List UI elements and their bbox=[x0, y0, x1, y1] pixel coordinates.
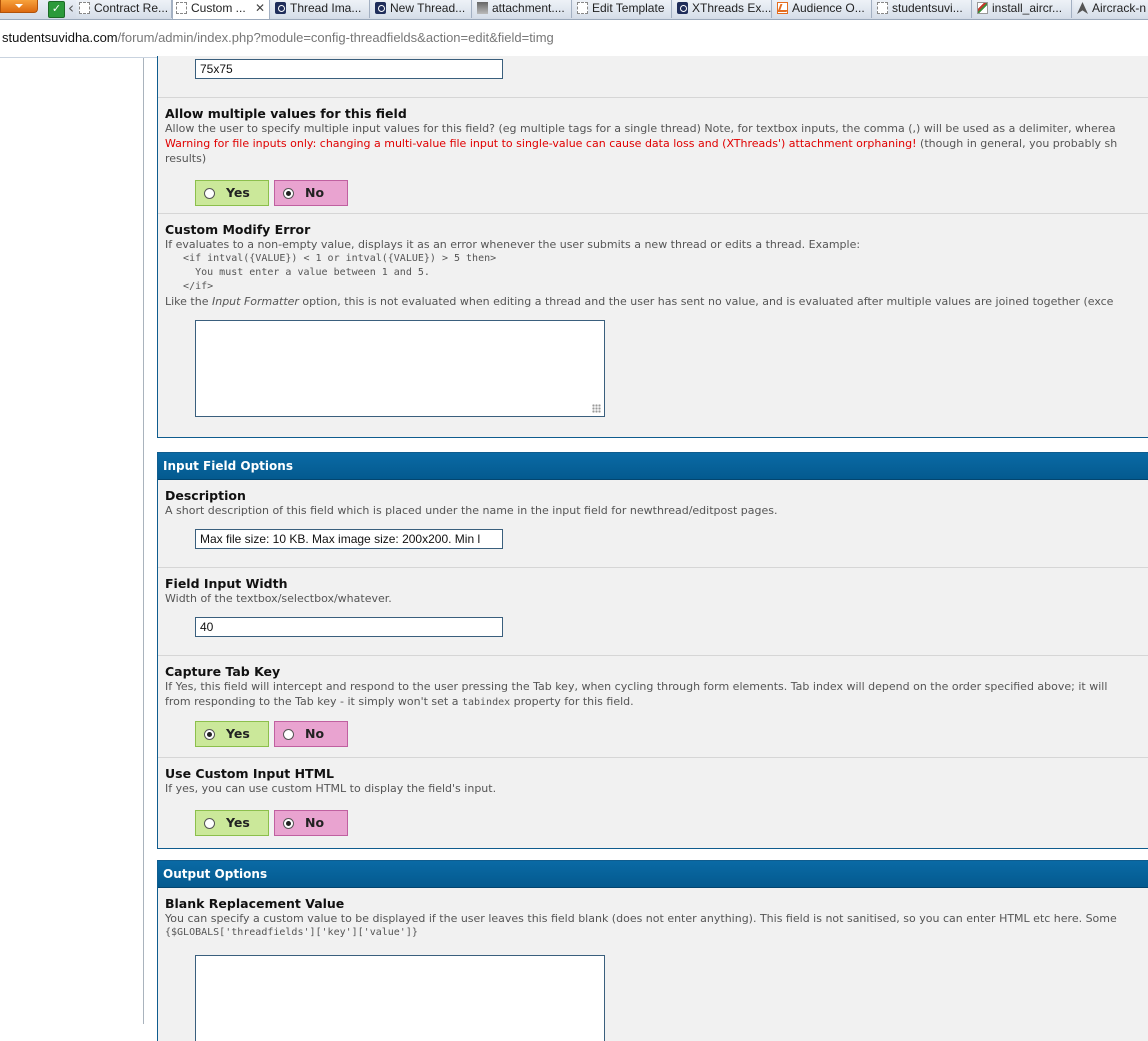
admin-page: 75x75 Allow multiple values for this fie… bbox=[0, 56, 1148, 1041]
modify-error-row: Custom Modify Error If evaluates to a no… bbox=[158, 214, 1148, 437]
browser-tab[interactable]: studentsuvi... bbox=[874, 0, 972, 18]
thumbnail-size-row: 75x75 bbox=[158, 56, 1148, 98]
description-input[interactable]: Max file size: 10 KB. Max image size: 20… bbox=[195, 529, 503, 549]
yes-radio[interactable] bbox=[204, 188, 215, 199]
yes-option[interactable]: Yes bbox=[195, 721, 269, 747]
input-width-input[interactable]: 40 bbox=[195, 617, 503, 637]
no-option[interactable]: No bbox=[274, 721, 348, 747]
field-label: Allow multiple values for this field bbox=[165, 106, 407, 121]
resize-grip-icon[interactable] bbox=[592, 404, 601, 413]
description-row: Description A short description of this … bbox=[158, 480, 1148, 568]
field-label: Blank Replacement Value bbox=[165, 896, 345, 911]
field-description: Width of the textbox/selectbox/whatever. bbox=[165, 592, 392, 605]
field-description: If evaluates to a non-empty value, displ… bbox=[165, 238, 861, 251]
yes-option[interactable]: Yes bbox=[195, 180, 269, 206]
group-title: Output Options bbox=[158, 861, 1148, 888]
code-example-line: </if> bbox=[165, 281, 214, 292]
url-text[interactable]: studentsuvidha.com/forum/admin/index.php… bbox=[2, 30, 554, 45]
document-icon bbox=[877, 2, 888, 14]
blank-replacement-textarea[interactable] bbox=[195, 955, 605, 1041]
address-bar[interactable]: studentsuvidha.com/forum/admin/index.php… bbox=[0, 20, 1148, 58]
document-icon bbox=[577, 2, 588, 14]
field-label: Description bbox=[165, 488, 246, 503]
blank-replacement-row: Blank Replacement Value You can specify … bbox=[158, 888, 1148, 1041]
forum-icon bbox=[677, 2, 688, 14]
modify-error-textarea[interactable] bbox=[195, 320, 605, 417]
tab-scroll-left-icon[interactable]: ‹ bbox=[68, 0, 74, 17]
field-warning: Warning for file inputs only: changing a… bbox=[165, 137, 1118, 150]
edit-icon bbox=[977, 2, 988, 14]
thumbnail-size-input[interactable]: 75x75 bbox=[195, 59, 503, 79]
field-description-cont: from responding to the Tab key - it simp… bbox=[165, 695, 634, 708]
left-sidebar-border bbox=[143, 58, 144, 1024]
field-label: Field Input Width bbox=[165, 576, 288, 591]
no-option[interactable]: No bbox=[274, 810, 348, 836]
yes-radio[interactable] bbox=[204, 729, 215, 740]
browser-tab[interactable]: Edit Template bbox=[574, 0, 672, 18]
forum-icon bbox=[275, 2, 286, 14]
browser-tab[interactable]: attachment.... bbox=[474, 0, 572, 18]
browser-tab[interactable]: New Thread... bbox=[372, 0, 472, 18]
field-description: A short description of this field which … bbox=[165, 504, 778, 517]
no-radio[interactable] bbox=[283, 188, 294, 199]
browser-tab[interactable]: Thread Ima... bbox=[272, 0, 370, 18]
field-description: Allow the user to specify multiple input… bbox=[165, 122, 1116, 135]
field-description: If yes, you can use custom HTML to displ… bbox=[165, 782, 497, 795]
image-icon bbox=[477, 2, 488, 14]
field-description-cont: results) bbox=[165, 152, 207, 165]
no-option[interactable]: No bbox=[274, 180, 348, 206]
yes-radio[interactable] bbox=[204, 818, 215, 829]
code-example-line: You must enter a value between 1 and 5. bbox=[165, 267, 430, 278]
browser-tab[interactable]: XThreads Ex... bbox=[674, 0, 772, 18]
output-options-group: Output Options Blank Replacement Value Y… bbox=[157, 860, 1148, 1041]
field-description: If Yes, this field will intercept and re… bbox=[165, 680, 1108, 693]
yes-option[interactable]: Yes bbox=[195, 810, 269, 836]
field-description-cont: Like the Input Formatter option, this is… bbox=[165, 295, 1114, 308]
custom-html-row: Use Custom Input HTML If yes, you can us… bbox=[158, 758, 1148, 848]
document-icon bbox=[176, 2, 187, 14]
general-options-group: 75x75 Allow multiple values for this fie… bbox=[157, 56, 1148, 438]
input-width-row: Field Input Width Width of the textbox/s… bbox=[158, 568, 1148, 656]
browser-tab[interactable]: Audience O... bbox=[774, 0, 872, 18]
field-description: You can specify a custom value to be dis… bbox=[165, 912, 1117, 925]
code-example-line: <if intval({VALUE}) < 1 or intval({VALUE… bbox=[165, 253, 497, 264]
multi-value-row: Allow multiple values for this field All… bbox=[158, 98, 1148, 214]
input-field-options-group: Input Field Options Description A short … bbox=[157, 452, 1148, 849]
field-label: Custom Modify Error bbox=[165, 222, 311, 237]
document-icon bbox=[79, 2, 90, 14]
capture-tab-row: Capture Tab Key If Yes, this field will … bbox=[158, 656, 1148, 758]
field-label: Use Custom Input HTML bbox=[165, 766, 334, 781]
close-tab-icon[interactable]: ✕ bbox=[255, 0, 265, 16]
jet-icon bbox=[1077, 2, 1088, 14]
browser-tab-strip: ✓ ‹ Contract Re... Custom ... ✕ Thread I… bbox=[0, 0, 1148, 20]
group-title: Input Field Options bbox=[158, 453, 1148, 480]
no-radio[interactable] bbox=[283, 729, 294, 740]
browser-tab[interactable]: Contract Re... bbox=[76, 0, 172, 18]
browser-tab[interactable]: Aircrack-n bbox=[1074, 0, 1148, 18]
forum-icon bbox=[375, 2, 386, 14]
new-tab-icon[interactable]: ✓ bbox=[48, 1, 65, 18]
analytics-icon bbox=[777, 2, 788, 14]
code-example-line: {$GLOBALS['threadfields']['key']['value'… bbox=[165, 927, 418, 938]
browser-menu-button[interactable] bbox=[0, 0, 38, 13]
browser-tab-active[interactable]: Custom ... ✕ bbox=[172, 0, 270, 19]
browser-tab[interactable]: install_aircr... bbox=[974, 0, 1072, 18]
no-radio[interactable] bbox=[283, 818, 294, 829]
field-label: Capture Tab Key bbox=[165, 664, 281, 679]
